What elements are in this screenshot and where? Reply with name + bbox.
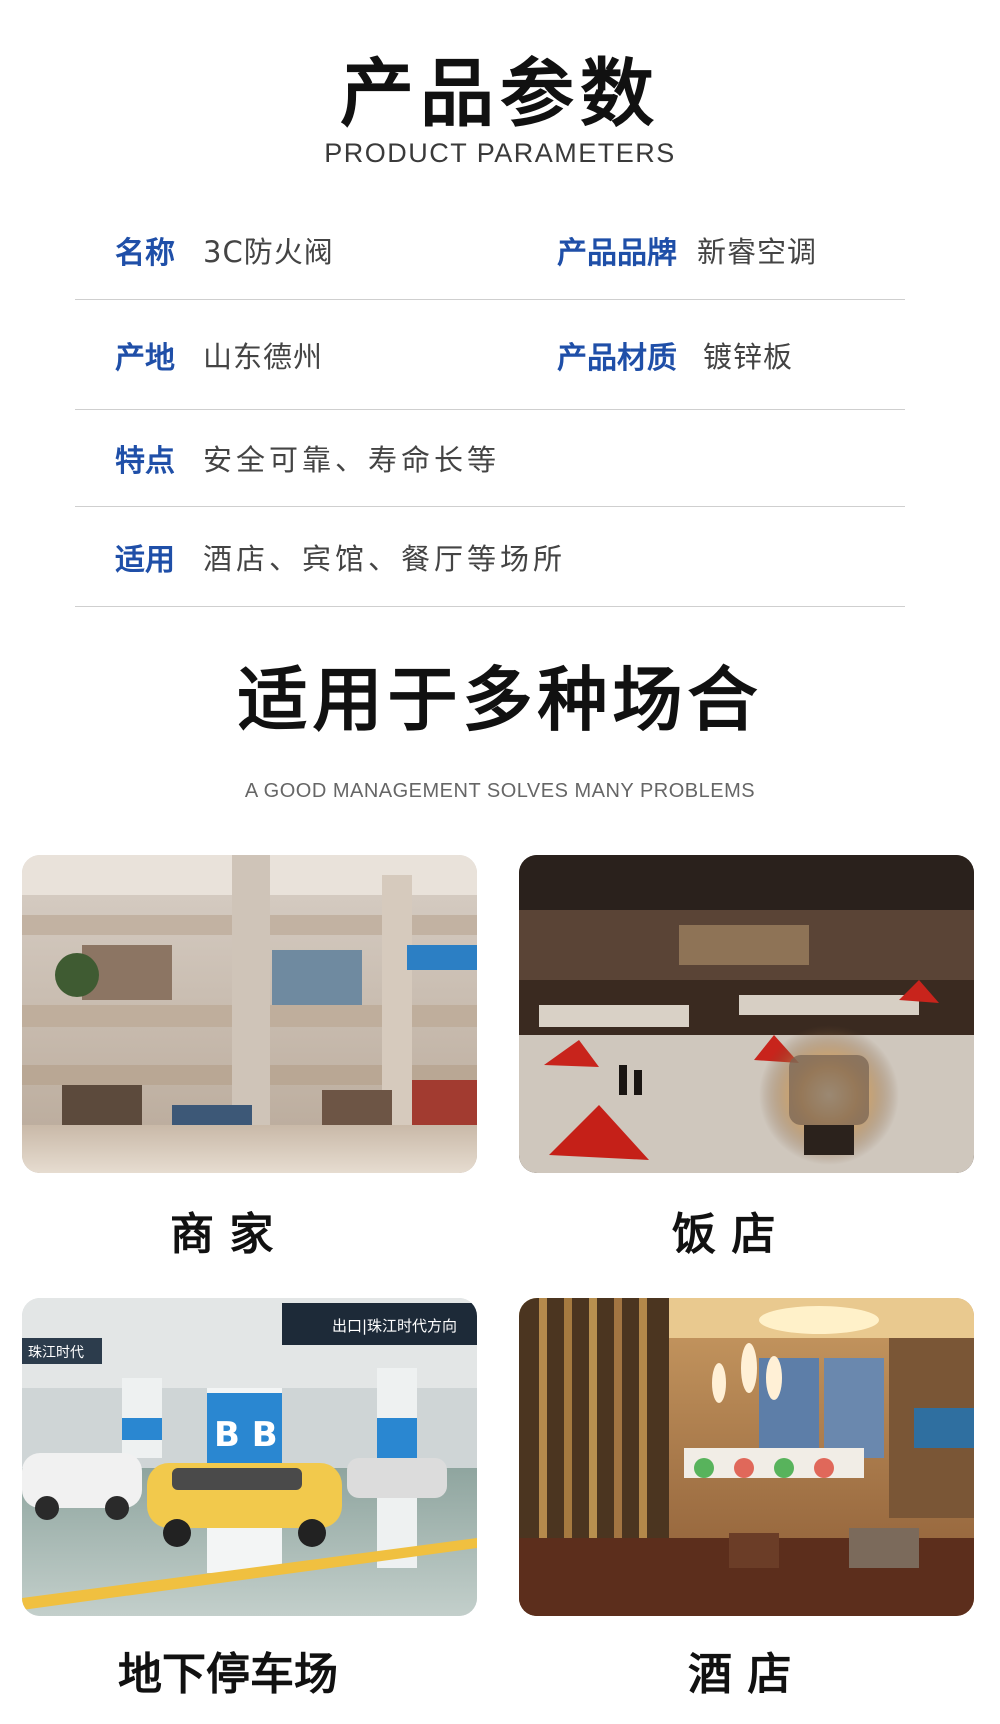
param-value-features: 安全可靠、寿命长等: [203, 443, 501, 477]
param-label-name: 名称: [115, 235, 175, 271]
caption-underground-parking: 地下停车场: [118, 1649, 338, 1700]
param-value-material: 镀锌板: [703, 339, 794, 374]
param-label-applicable: 适用: [115, 542, 175, 578]
param-row-origin-material: 产地 山东德州 产品材质 镀锌板: [75, 300, 905, 410]
caption-hotel: 酒 店: [688, 1649, 792, 1700]
caption-merchants: 商 家: [170, 1209, 274, 1260]
param-row-applicable: 适用 酒店、宾馆、餐厅等场所: [75, 507, 905, 607]
shopping-mall-photo: [22, 855, 477, 1173]
usage-subtitle: A GOOD MANAGEMENT SOLVES MANY PROBLEMS: [244, 780, 756, 802]
hotel-lobby-photo: [519, 1298, 974, 1616]
param-label-brand: 产品品牌: [557, 235, 677, 271]
params-subtitle: PRODUCT PARAMETERS: [324, 138, 676, 168]
restaurant-photo: [519, 855, 974, 1173]
param-value-name: 3C防火阀: [203, 234, 334, 269]
underground-parking-photo: 出口|珠江时代方向 珠江时代 B B: [22, 1298, 477, 1616]
param-value-brand: 新睿空调: [697, 234, 818, 269]
param-label-material: 产品材质: [557, 340, 677, 376]
params-table: 名称 3C防火阀 产品品牌 新睿空调 产地 山东德州 产品材质 镀锌板 特点 安…: [75, 200, 905, 607]
param-label-origin: 产地: [115, 340, 175, 376]
params-title: 产品参数: [340, 51, 660, 137]
usage-title: 适用于多种场合: [237, 659, 763, 741]
param-row-features: 特点 安全可靠、寿命长等: [75, 410, 905, 507]
svg-text:B B: B B: [214, 1415, 278, 1455]
parking-left-sign: 珠江时代: [28, 1345, 84, 1361]
param-label-features: 特点: [115, 444, 175, 479]
parking-exit-sign: 出口|珠江时代方向: [332, 1317, 457, 1335]
param-row-name-brand: 名称 3C防火阀 产品品牌 新睿空调: [75, 200, 905, 300]
param-value-origin: 山东德州: [203, 339, 324, 374]
param-value-applicable: 酒店、宾馆、餐厅等场所: [203, 541, 567, 576]
caption-restaurant: 饭 店: [672, 1209, 776, 1260]
